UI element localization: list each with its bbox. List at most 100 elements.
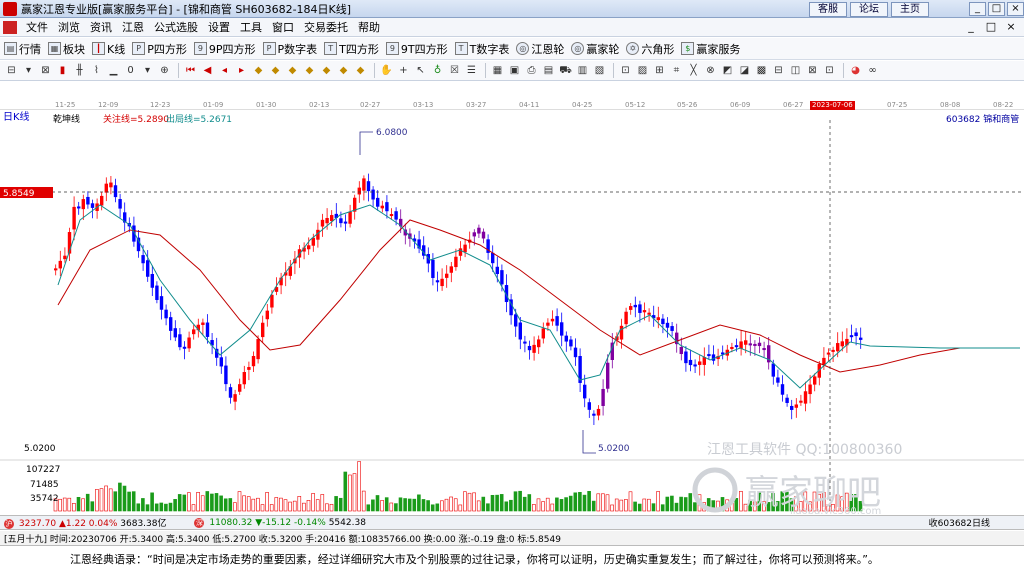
menu-browse[interactable]: 浏览 (53, 19, 85, 35)
candle (201, 322, 205, 325)
candle (113, 185, 118, 198)
draw-2-icon[interactable]: ☒ (447, 63, 462, 78)
index-bar: 沪 3237.70 ▲1.22 0.04% 3683.38亿 深 11080.3… (0, 515, 1024, 530)
first-icon[interactable]: ⏮ (183, 63, 198, 78)
diamond-3-icon[interactable]: ◆ (285, 63, 300, 78)
zoom-icon[interactable]: ⊕ (157, 63, 172, 78)
hand-icon[interactable]: ✋ (379, 63, 394, 78)
draw-3-icon[interactable]: ☰ (464, 63, 479, 78)
candle (155, 285, 159, 300)
tool-kline[interactable]: ┃ K线 (92, 41, 125, 57)
tool-b-icon[interactable]: ▧ (592, 63, 607, 78)
menu-trade[interactable]: 交易委托 (299, 19, 353, 35)
diamond-2-icon[interactable]: ◆ (268, 63, 283, 78)
crosshair-icon[interactable]: + (396, 63, 411, 78)
graph-3-icon[interactable]: ⊞ (652, 63, 667, 78)
next-icon[interactable]: ▸ (234, 63, 249, 78)
doc-close-button[interactable]: × (1004, 20, 1018, 34)
print-icon[interactable]: ⎙ (524, 63, 539, 78)
menu-gann[interactable]: 江恩 (117, 19, 149, 35)
menu-tools[interactable]: 工具 (235, 19, 267, 35)
volume-bar (292, 500, 297, 512)
volume-bar (568, 495, 573, 512)
menu-news[interactable]: 资讯 (85, 19, 117, 35)
graph-12-icon[interactable]: ⊠ (805, 63, 820, 78)
graph-13-icon[interactable]: ⊡ (822, 63, 837, 78)
menu-file[interactable]: 文件 (21, 19, 53, 35)
export-icon[interactable]: ▤ (541, 63, 556, 78)
tool-p-square[interactable]: P P四方形 (132, 41, 187, 57)
line-chart-icon[interactable]: ⌇ (89, 63, 104, 78)
graph-1-icon[interactable]: ⊡ (618, 63, 633, 78)
tool-gann-wheel[interactable]: ◎ 江恩轮 (516, 41, 564, 57)
graph-5-icon[interactable]: ╳ (686, 63, 701, 78)
graph-9-icon[interactable]: ▩ (754, 63, 769, 78)
maximize-button[interactable]: □ (988, 2, 1005, 16)
options-icon[interactable]: 0 (123, 63, 138, 78)
tool-service[interactable]: $ 赢家服务 (681, 41, 740, 57)
dropdown-icon[interactable]: ▾ (21, 63, 36, 78)
infinity-icon[interactable]: ∞ (865, 63, 880, 78)
kline-chart[interactable]: 5.8549 6.0800 5.0200 5.0200 107227 71485… (0, 120, 1024, 515)
graph-8-icon[interactable]: ◪ (737, 63, 752, 78)
candle (233, 394, 237, 402)
tool-9t-square[interactable]: 9 9T四方形 (385, 41, 448, 57)
menu-help[interactable]: 帮助 (353, 19, 385, 35)
volume-bar (610, 504, 614, 512)
tool-9p-square[interactable]: 9 9P四方形 (193, 41, 256, 57)
sh-value: 3237.70 (18, 519, 57, 529)
volume-bar (394, 503, 398, 512)
diamond-4-icon[interactable]: ◆ (302, 63, 317, 78)
prev-icon[interactable]: ◂ (217, 63, 232, 78)
graph-10-icon[interactable]: ⊟ (771, 63, 786, 78)
save-icon[interactable]: ▣ (507, 63, 522, 78)
link-service[interactable]: 客服 (809, 1, 847, 17)
link-forum[interactable]: 论坛 (850, 1, 888, 17)
layout-icon[interactable]: ⊟ (4, 63, 19, 78)
tool-sector[interactable]: ▦ 板块 (48, 41, 85, 57)
menu-settings[interactable]: 设置 (203, 19, 235, 35)
sh-index[interactable]: 沪 3237.70 ▲1.22 0.04% 3683.38亿 (4, 516, 166, 529)
candle-icon[interactable]: ▮ (55, 63, 70, 78)
graph-4-icon[interactable]: ⌗ (669, 63, 684, 78)
tool-p-table[interactable]: P P数字表 (262, 41, 317, 57)
dropdown2-icon[interactable]: ▾ (140, 63, 155, 78)
quote-icon: ▤ (4, 42, 17, 55)
link-home[interactable]: 主页 (891, 1, 929, 17)
truck-icon[interactable]: ⛟ (558, 63, 573, 78)
prev-page-icon[interactable]: ◀ (200, 63, 215, 78)
doc-minimize-button[interactable]: _ (964, 20, 978, 34)
close-button[interactable]: × (1007, 2, 1024, 16)
diamond-1-icon[interactable]: ◆ (251, 63, 266, 78)
grid-icon[interactable]: ▦ (490, 63, 505, 78)
tool-t-table[interactable]: T T数字表 (454, 41, 509, 57)
color-wheel-icon[interactable]: ◕ (848, 63, 863, 78)
diamond-7-icon[interactable]: ◆ (353, 63, 368, 78)
bar-icon[interactable]: ╫ (72, 63, 87, 78)
minimize-button[interactable]: _ (969, 2, 986, 16)
volume-icon[interactable]: ▁ (106, 63, 121, 78)
indicator-icon[interactable]: ⊠ (38, 63, 53, 78)
diamond-5-icon[interactable]: ◆ (319, 63, 334, 78)
volume-bar (463, 491, 467, 512)
tool-a-icon[interactable]: ▥ (575, 63, 590, 78)
menu-window[interactable]: 窗口 (267, 19, 299, 35)
tool-winner-wheel[interactable]: ◎ 赢家轮 (571, 41, 619, 57)
tool-quote[interactable]: ▤ 行情 (4, 41, 41, 57)
tool-hexagon[interactable]: ✡ 六角形 (626, 41, 674, 57)
menu-formula[interactable]: 公式选股 (149, 19, 203, 35)
graph-11-icon[interactable]: ◫ (788, 63, 803, 78)
graph-7-icon[interactable]: ◩ (720, 63, 735, 78)
cursor-icon[interactable]: ↖ (413, 63, 428, 78)
doc-restore-button[interactable]: □ (984, 20, 998, 34)
t-table-icon: T (454, 42, 468, 55)
graph-6-icon[interactable]: ⊗ (703, 63, 718, 78)
draw-1-icon[interactable]: ♁ (430, 63, 445, 78)
volume-bar (214, 493, 219, 512)
sz-index[interactable]: 深 11080.32 ▼-15.12 -0.14% 5542.38 (194, 517, 366, 528)
diamond-6-icon[interactable]: ◆ (336, 63, 351, 78)
candle (546, 322, 550, 326)
tool-t-square[interactable]: T T四方形 (324, 41, 379, 57)
graph-2-icon[interactable]: ▨ (635, 63, 650, 78)
sz-index-icon: 深 (194, 517, 205, 528)
